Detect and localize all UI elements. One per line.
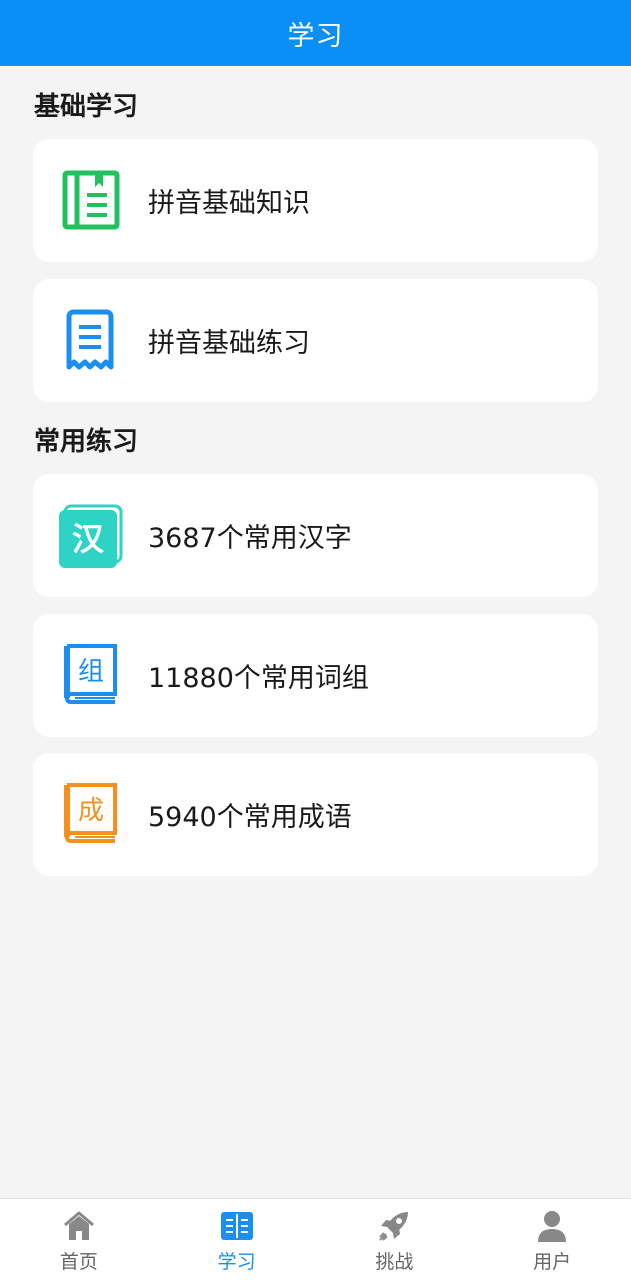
card-pinyin-practice[interactable]: 拼音基础练习 — [33, 279, 598, 402]
svg-text:成: 成 — [78, 796, 104, 826]
card-common-phrases[interactable]: 组 11880个常用词组 — [33, 614, 598, 737]
card-label: 拼音基础练习 — [148, 328, 310, 359]
tab-label: 用户 — [533, 1251, 572, 1273]
card-common-idioms[interactable]: 成 5940个常用成语 — [33, 753, 598, 876]
book-icon — [220, 1209, 254, 1243]
tab-study[interactable]: 学习 — [158, 1199, 316, 1280]
card-common-characters[interactable]: 汉 3687个常用汉字 — [33, 474, 598, 597]
cheng-book-icon: 成 — [57, 781, 123, 847]
tab-label: 学习 — [217, 1251, 256, 1273]
home-icon — [62, 1209, 96, 1243]
section-title-basic: 基础学习 — [34, 92, 139, 122]
receipt-icon — [57, 307, 123, 373]
section-title-common: 常用练习 — [34, 427, 139, 457]
rocket-icon — [377, 1209, 411, 1243]
zu-book-icon: 组 — [57, 642, 123, 708]
tab-home[interactable]: 首页 — [0, 1199, 158, 1280]
svg-text:组: 组 — [78, 657, 104, 687]
card-label: 11880个常用词组 — [148, 663, 369, 694]
tab-user[interactable]: 用户 — [473, 1199, 631, 1280]
svg-text:汉: 汉 — [72, 520, 105, 558]
card-label: 3687个常用汉字 — [148, 523, 352, 554]
card-label: 拼音基础知识 — [148, 188, 310, 219]
page-title: 学习 — [287, 20, 344, 52]
card-pinyin-knowledge[interactable]: 拼音基础知识 — [33, 139, 598, 262]
user-icon — [535, 1209, 569, 1243]
han-card-icon: 汉 — [57, 502, 123, 568]
card-label: 5940个常用成语 — [148, 802, 352, 833]
tab-label: 首页 — [59, 1251, 98, 1273]
app-header: 学习 — [0, 0, 631, 66]
document-list-icon — [57, 167, 123, 233]
tab-label: 挑战 — [375, 1251, 414, 1273]
tab-challenge[interactable]: 挑战 — [316, 1199, 474, 1280]
bottom-tab-bar: 首页 学习 挑战 用户 — [0, 1198, 631, 1280]
